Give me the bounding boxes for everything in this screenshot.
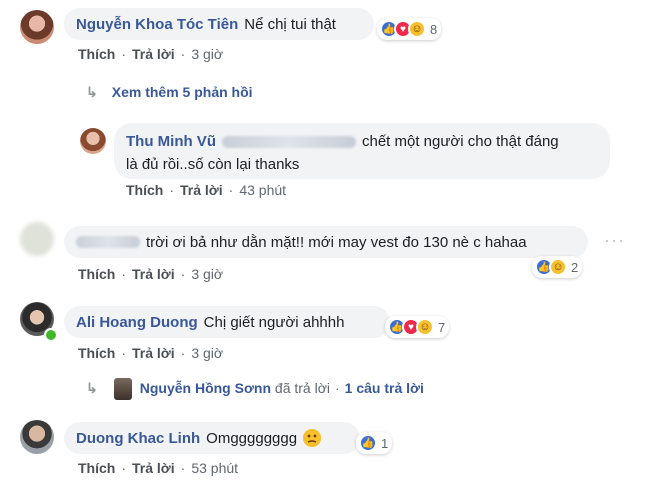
haha-reaction-icon: ☺ <box>408 20 426 38</box>
avatar[interactable] <box>20 222 54 256</box>
comment-text: Nể chị tui thật <box>244 15 336 33</box>
reply-link[interactable]: Trả lời <box>132 460 175 476</box>
reply-arrow-icon: ↳ <box>86 84 98 100</box>
reply-summary-text: đã trả lời <box>274 380 330 396</box>
blurred-mention <box>221 136 356 149</box>
blurred-name <box>76 236 140 248</box>
reaction-summary[interactable]: 👍 ☺ 2 <box>532 256 583 278</box>
avatar[interactable] <box>80 128 106 154</box>
comment-actions: Thích · Trả lời · 3 giờ <box>78 266 224 282</box>
commenter-name[interactable]: Nguyễn Khoa Tóc Tiên <box>76 16 238 33</box>
comment-bubble: Nguyễn Khoa Tóc Tiên Nể chị tui thật <box>64 8 374 40</box>
reply-arrow-icon: ↳ <box>86 380 98 396</box>
timestamp[interactable]: 43 phút <box>239 182 286 198</box>
comment-bubble: Ali Hoang Duong Chị giết người ahhhh <box>64 306 390 338</box>
reaction-summary[interactable]: 👍 ♥ ☺ 7 <box>385 316 450 338</box>
timestamp[interactable]: 53 phút <box>191 460 238 476</box>
replier-name: Nguyễn Hồng Sơnn <box>139 380 272 396</box>
comment-text: Omgggggggg <box>206 429 298 447</box>
reaction-count: 8 <box>430 21 438 37</box>
like-link[interactable]: Thích <box>78 266 115 282</box>
timestamp[interactable]: 3 giờ <box>191 266 223 282</box>
commenter-name[interactable]: Duong Khac Linh <box>76 430 200 447</box>
online-status-indicator <box>44 328 58 342</box>
reaction-count: 7 <box>438 319 446 335</box>
timestamp[interactable]: 3 giờ <box>191 46 223 62</box>
comment-text: Chị giết người ahhhh <box>203 313 345 331</box>
reaction-summary[interactable]: 👍 ♥ ☺ 8 <box>377 18 442 40</box>
reply-count: 1 câu trả lời <box>344 380 424 396</box>
reply-link[interactable]: Trả lời <box>132 266 175 282</box>
comment-bubble: trời ơi bả như dằn mặt!! mới may vest đo… <box>64 226 588 258</box>
timestamp[interactable]: 3 giờ <box>191 345 223 361</box>
reply-summary-link[interactable]: ↳ Nguyễn Hồng Sơnn đã trả lời · 1 câu trả l… <box>86 378 424 400</box>
reaction-count: 2 <box>571 259 579 275</box>
avatar <box>114 378 132 400</box>
view-more-replies-link[interactable]: ↳ Xem thêm 5 phản hồi <box>86 84 253 101</box>
avatar[interactable] <box>20 420 54 454</box>
reaction-count: 1 <box>381 435 389 451</box>
commenter-name[interactable]: Ali Hoang Duong <box>76 314 198 331</box>
like-link[interactable]: Thích <box>78 46 115 62</box>
reply-bubble: Thu Minh Vũ chết một người cho thật đáng … <box>114 123 610 179</box>
like-link[interactable]: Thích <box>126 182 163 198</box>
haha-reaction-icon: ☺ <box>416 318 434 336</box>
avatar[interactable] <box>20 10 54 44</box>
comment-text: trời ơi bả như dằn mặt!! mới may vest đo… <box>146 233 527 251</box>
haha-reaction-icon: ☺ <box>549 258 567 276</box>
comment-actions: Thích · Trả lời · 43 phút <box>126 182 287 198</box>
comment-bubble: Duong Khac Linh Omgggggggg <box>64 422 360 454</box>
confused-emoji-icon <box>303 429 322 447</box>
commenter-name[interactable]: Thu Minh Vũ <box>126 133 216 150</box>
comment-text-line2: là đủ rồi..số còn lại thanks <box>126 156 300 173</box>
more-options-icon[interactable]: ··· <box>604 230 625 251</box>
comment-actions: Thích · Trả lời · 3 giờ <box>78 46 224 62</box>
like-link[interactable]: Thích <box>78 345 115 361</box>
comment-actions: Thích · Trả lời · 53 phút <box>78 460 239 476</box>
comment-text: chết một người cho thật đáng <box>361 133 559 150</box>
like-link[interactable]: Thích <box>78 460 115 476</box>
like-reaction-icon: 👍 <box>359 434 377 452</box>
comment-actions: Thích · Trả lời · 3 giờ <box>78 345 224 361</box>
reaction-summary[interactable]: 👍 1 <box>356 432 393 454</box>
reply-link[interactable]: Trả lời <box>180 182 223 198</box>
reply-link[interactable]: Trả lời <box>132 345 175 361</box>
reply-link[interactable]: Trả lời <box>132 46 175 62</box>
